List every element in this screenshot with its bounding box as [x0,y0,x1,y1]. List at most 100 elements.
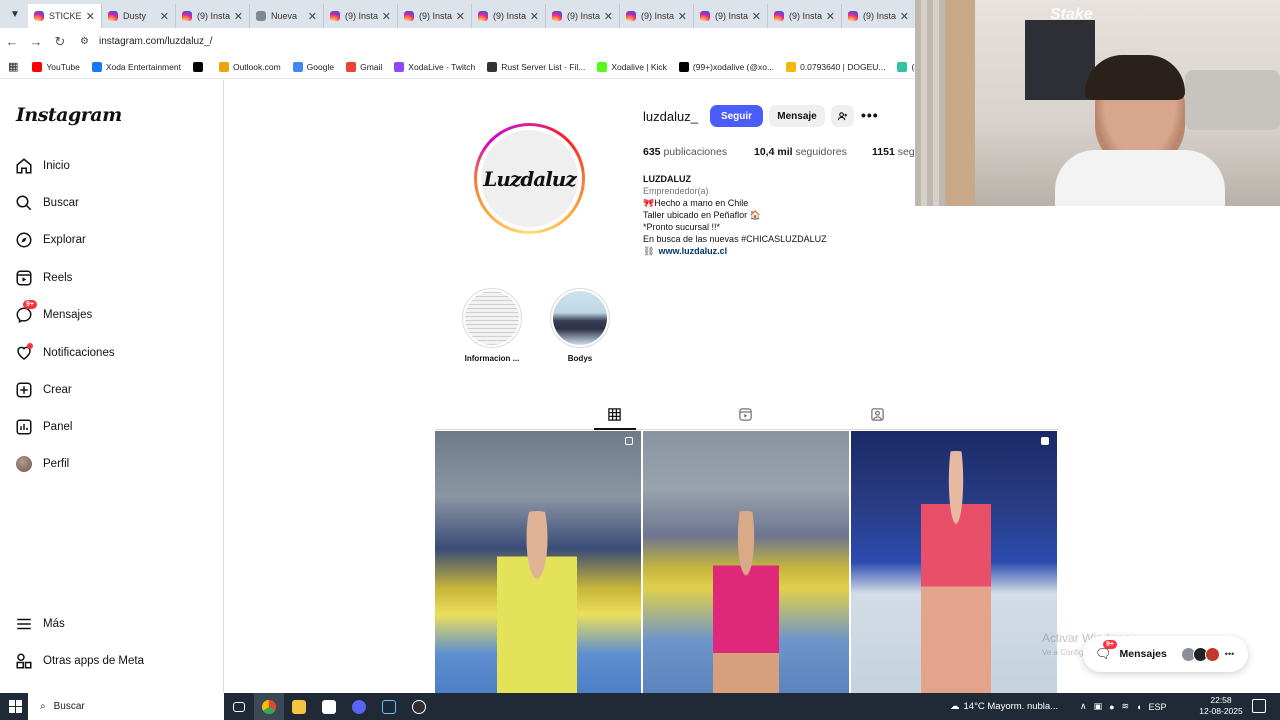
reload-button[interactable]: ↻ [48,34,72,50]
weather-widget[interactable]: ☁ 14°C Mayorm. nubla... [950,693,1058,720]
browser-tab[interactable]: (9) Insta ✕ [694,4,768,28]
close-tab-icon[interactable]: ✕ [900,10,909,23]
browser-tab[interactable]: (9) Insta ✕ [768,4,842,28]
bookmark-item[interactable]: YouTube [32,61,80,72]
browser-tab[interactable]: (9) Insta ✕ [472,4,546,28]
meta-apps-icon [14,651,34,671]
bookmark-item[interactable]: XodaLive - Twitch [394,61,475,72]
more-icon[interactable]: ••• [1225,649,1234,659]
close-tab-icon[interactable]: ✕ [530,10,539,23]
taskbar-search-box[interactable]: ⌕ Buscar [28,693,224,720]
nav-item-perfil[interactable]: Perfil [14,450,209,478]
windows-taskbar: ⌕ Buscar ☁ 14°C Mayorm. nubla... ∧ ▣ ● ≋… [0,693,1280,720]
bookmark-item[interactable]: Outlook.com [218,61,281,72]
bookmark-item[interactable]: Gmail [346,61,382,72]
store-icon[interactable] [314,693,344,720]
bookmark-item[interactable]: Xoda Entertainment [91,61,181,72]
following-stat[interactable]: 1151 seguidos [872,146,915,158]
close-tab-icon[interactable]: ✕ [604,10,613,23]
file-explorer-icon[interactable] [284,693,314,720]
nav-item-reels[interactable]: Reels [14,264,209,292]
grid-icon[interactable] [607,407,622,427]
skater-figure [497,511,577,693]
windows-start-icon[interactable] [9,700,22,713]
browser-tab[interactable]: STICKE ✕ [28,4,102,28]
close-tab-icon[interactable]: ✕ [86,10,95,23]
chrome-taskbar-icon[interactable] [254,693,284,720]
nav-item-mensajes[interactable]: 9+ Mensajes [14,300,209,329]
post-thumbnail[interactable] [851,431,1057,693]
nav-item-crear[interactable]: Crear [14,376,209,404]
highlight-informacion[interactable] [462,288,522,348]
close-tab-icon[interactable]: ✕ [382,10,391,23]
browser-tab[interactable]: Nueva ✕ [250,4,324,28]
bookmark-item[interactable]: Xodalive | Kick [597,61,667,72]
forward-button[interactable]: → [24,34,48,49]
posts-stat: 635 publicaciones [643,146,727,158]
tagged-icon[interactable] [870,407,885,427]
followers-stat[interactable]: 10,4 mil seguidores [754,146,847,158]
bookmark-favicon-icon [897,61,908,72]
nav-item-notificaciones[interactable]: Notificaciones [14,339,209,367]
obs-icon[interactable] [404,693,434,720]
back-button[interactable]: ← [0,34,24,49]
wifi-icon[interactable]: ≋ [1122,701,1130,712]
follow-button[interactable]: Seguir [710,105,763,127]
discord-icon[interactable] [344,693,374,720]
profile-link[interactable]: ⛓ www.luzdaluz.cl [643,245,827,257]
nav-label-inicio: Inicio [43,160,70,172]
close-tab-icon[interactable]: ✕ [456,10,465,23]
messages-chat-widget[interactable]: 🗨 9+ Mensajes ••• [1083,636,1248,672]
instagram-logo[interactable]: Instagram [16,104,122,126]
browser-tab[interactable]: (9) Insta ✕ [176,4,250,28]
compass-icon [14,230,34,250]
bio-line: *Pronto sucursal !!* [643,222,721,232]
site-info-icon[interactable]: ⚙ [80,36,89,47]
language-indicator[interactable]: ESP [1149,702,1167,712]
browser-tab[interactable]: Dusty ✕ [102,4,176,28]
microphone-icon[interactable]: ● [1109,702,1114,712]
chat-avatar [1204,646,1220,662]
close-tab-icon[interactable]: ✕ [160,10,169,23]
close-tab-icon[interactable]: ✕ [308,10,317,23]
bookmark-item[interactable]: Rust Server List - Fil... [487,61,585,72]
bookmark-item[interactable] [192,61,207,72]
browser-tab[interactable]: (9) Insta ✕ [620,4,694,28]
tab-search-button[interactable]: ▼ [4,3,26,25]
bookmark-item[interactable]: (99+)xodalive (@xo... [678,61,774,72]
highlight-bodys[interactable] [550,288,610,348]
browser-tab[interactable]: (9) Insta ✕ [324,4,398,28]
profile-avatar[interactable]: Luzdaluz [474,123,585,234]
browser-tab[interactable]: (9) Insta ✕ [398,4,472,28]
bookmark-item[interactable]: Google [292,61,334,72]
message-button[interactable]: Mensaje [769,105,825,127]
bookmark-label: 0.0793640 | DOGEU... [800,61,886,72]
nav-item-inicio[interactable]: Inicio [14,152,209,180]
clock[interactable]: 22:58 12-08-2025 [1196,695,1246,717]
nav-item-panel[interactable]: Panel [14,413,209,441]
close-tab-icon[interactable]: ✕ [678,10,687,23]
nav-item-buscar[interactable]: Buscar [14,189,209,217]
nav-item-meta-apps[interactable]: Otras apps de Meta [14,647,209,675]
steam-icon[interactable] [374,693,404,720]
task-view-icon[interactable] [224,693,254,720]
browser-tab[interactable]: (9) Insta ✕ [546,4,620,28]
close-tab-icon[interactable]: ✕ [752,10,761,23]
suggest-users-button[interactable] [831,105,854,127]
apps-grid-icon[interactable]: ▦ [8,60,18,73]
url-field[interactable]: ⚙ instagram.com/luzdaluz_/ [80,36,212,47]
options-ellipsis-icon[interactable]: ••• [861,107,879,123]
nav-item-explorar[interactable]: Explorar [14,226,209,254]
close-tab-icon[interactable]: ✕ [234,10,243,23]
post-thumbnail[interactable] [435,431,641,693]
tray-expand-icon[interactable]: ∧ [1080,701,1087,712]
post-thumbnail[interactable] [643,431,849,693]
volume-icon[interactable]: ◖ [1136,702,1141,712]
browser-tab[interactable]: (9) Insta ✕ [842,4,916,28]
network-icon[interactable]: ▣ [1094,701,1103,712]
notifications-center-icon[interactable] [1252,699,1266,713]
close-tab-icon[interactable]: ✕ [826,10,835,23]
reels-tab-icon[interactable] [738,407,753,427]
bookmark-item[interactable]: 0.0793640 | DOGEU... [786,61,886,72]
nav-item-mas[interactable]: Más [14,610,209,638]
